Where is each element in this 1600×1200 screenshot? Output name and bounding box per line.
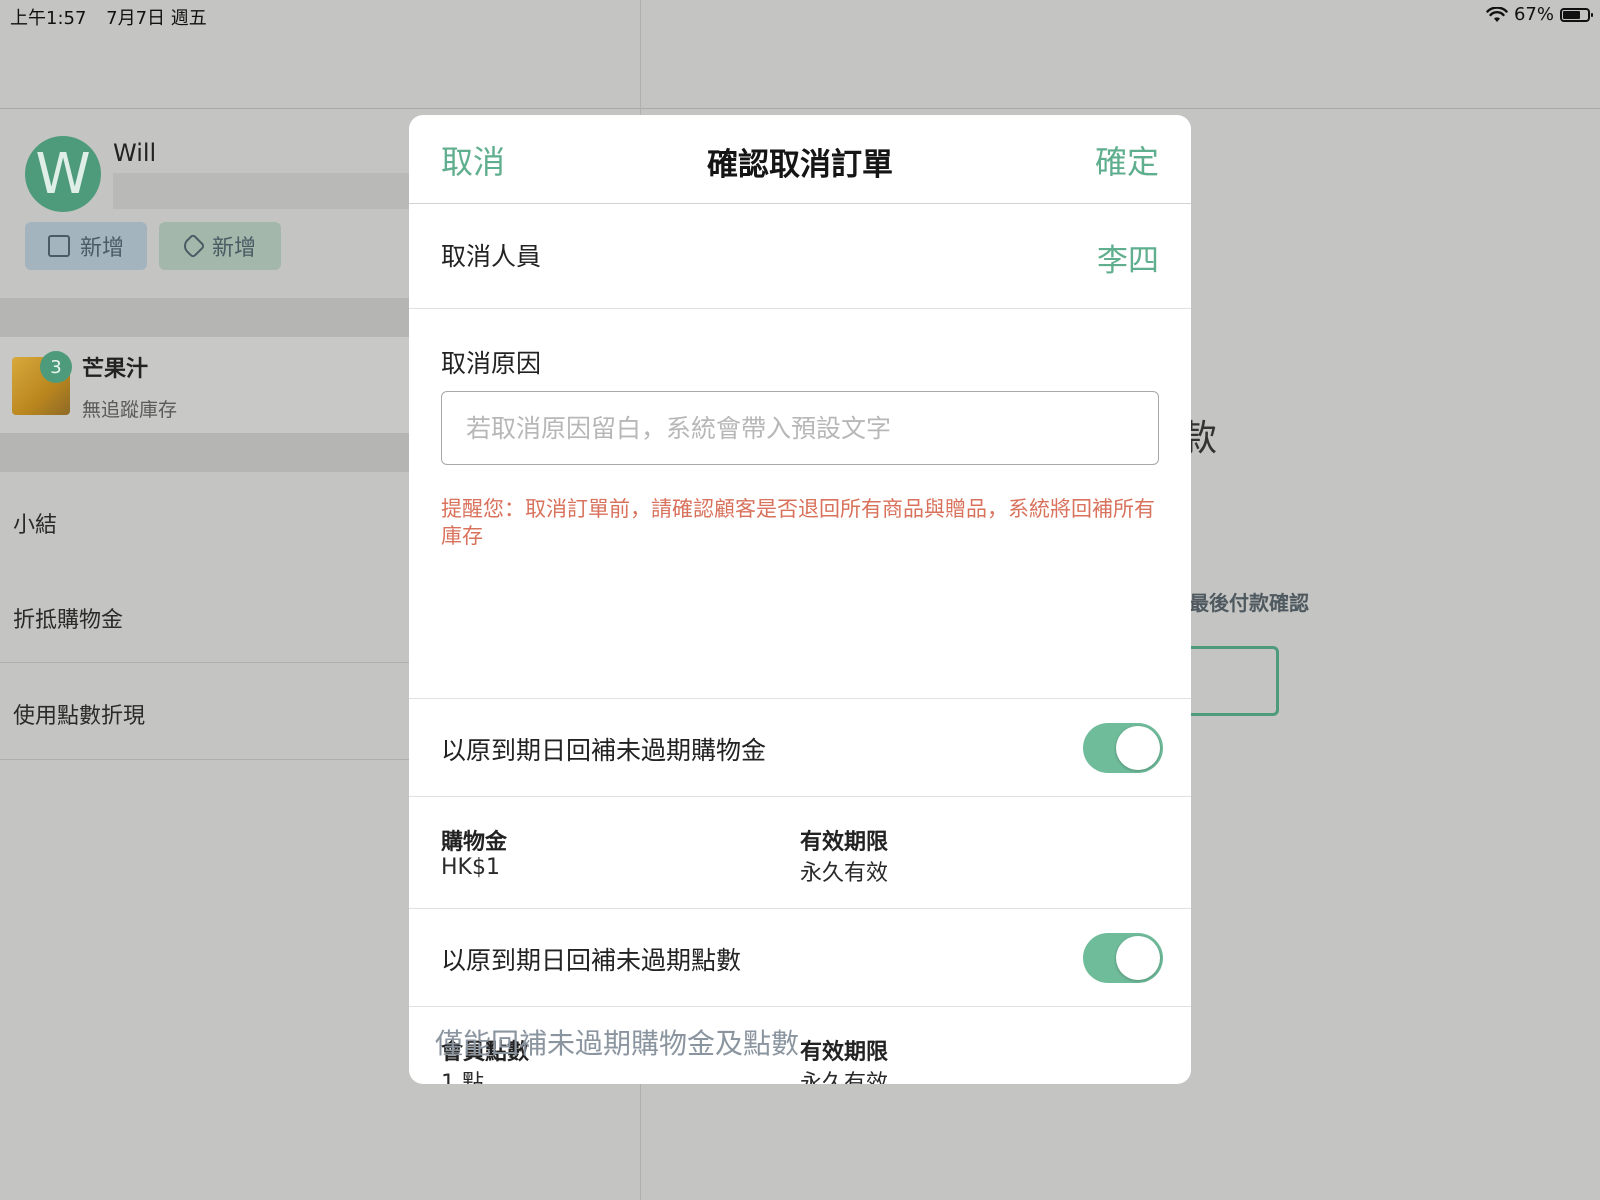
modal-header: 取消 確認取消訂單 確定 bbox=[409, 115, 1191, 204]
status-date: 7月7日 週五 bbox=[106, 8, 207, 29]
restore-points-row: 以原到期日回補未過期點數 bbox=[409, 909, 1191, 1007]
restore-credit-label: 以原到期日回補未過期購物金 bbox=[441, 736, 767, 765]
restore-points-label: 以原到期日回補未過期點數 bbox=[441, 946, 742, 975]
modal-title: 確認取消訂單 bbox=[707, 147, 893, 183]
add-tag-button[interactable]: 新增 bbox=[159, 222, 281, 270]
item-name: 芒果汁 bbox=[82, 357, 149, 382]
status-right: 67% bbox=[1486, 4, 1593, 25]
toggle-knob bbox=[1116, 936, 1160, 980]
canceller-row[interactable]: 取消人員 李四 bbox=[409, 204, 1191, 309]
battery-percent: 67% bbox=[1513, 4, 1554, 25]
credit-value: HK$1 bbox=[441, 855, 500, 880]
credit-key: 購物金 bbox=[441, 830, 508, 855]
restore-footer-note: 僅能回補未過期購物金及點數 bbox=[435, 1027, 800, 1060]
add-note-button[interactable]: 新增 bbox=[25, 222, 147, 270]
toggle-knob bbox=[1116, 726, 1160, 770]
credit-info-row: 購物金 HK$1 有效期限 永久有效 bbox=[409, 797, 1191, 909]
cancel-order-modal: 取消 確認取消訂單 確定 取消人員 李四 取消原因 提醒您：取消訂單前，請確認顧… bbox=[409, 115, 1191, 1084]
customer-info-redacted bbox=[113, 173, 413, 209]
payment-hint: 最後付款確認 bbox=[1189, 591, 1309, 615]
battery-icon bbox=[1560, 7, 1593, 22]
credit-expiry-key: 有效期限 bbox=[800, 830, 889, 855]
note-icon bbox=[47, 235, 70, 257]
restore-credit-toggle[interactable] bbox=[1083, 723, 1163, 773]
credit-expiry-value: 永久有效 bbox=[800, 861, 889, 886]
item-stock: 無追蹤庫存 bbox=[82, 399, 178, 421]
points-value: 1 點 bbox=[441, 1071, 484, 1084]
reason-label: 取消原因 bbox=[441, 349, 542, 378]
tag-icon bbox=[180, 233, 206, 259]
canceller-value[interactable]: 李四 bbox=[1097, 235, 1159, 280]
status-time: 上午1:57 bbox=[10, 8, 87, 29]
status-bar: 上午1:57 7月7日 週五 67% bbox=[0, 0, 1600, 30]
add-tag-label: 新增 bbox=[211, 236, 256, 261]
summary-subtotal: 小結 bbox=[13, 513, 58, 538]
reason-input[interactable] bbox=[441, 391, 1159, 465]
confirm-button[interactable]: 確定 bbox=[1095, 137, 1159, 183]
status-left: 上午1:57 7月7日 週五 bbox=[10, 4, 221, 30]
wifi-icon bbox=[1486, 6, 1508, 22]
inventory-warning: 提醒您：取消訂單前，請確認顧客是否退回所有商品與贈品，系統將回補所有庫存 bbox=[441, 497, 1155, 548]
restore-credit-row: 以原到期日回補未過期購物金 bbox=[409, 699, 1191, 797]
summary-credit-deduct[interactable]: 折抵購物金 bbox=[13, 602, 123, 634]
item-quantity-badge: 3 bbox=[40, 351, 72, 383]
add-note-label: 新增 bbox=[79, 236, 124, 261]
canceller-label: 取消人員 bbox=[441, 242, 542, 271]
points-expiry-value: 永久有效 bbox=[800, 1071, 889, 1084]
customer-name: Will bbox=[113, 139, 157, 167]
avatar[interactable]: W bbox=[25, 136, 101, 212]
restore-points-toggle[interactable] bbox=[1083, 933, 1163, 983]
points-expiry-key: 有效期限 bbox=[800, 1040, 889, 1065]
summary-points-deduct[interactable]: 使用點數折現 bbox=[13, 698, 145, 730]
